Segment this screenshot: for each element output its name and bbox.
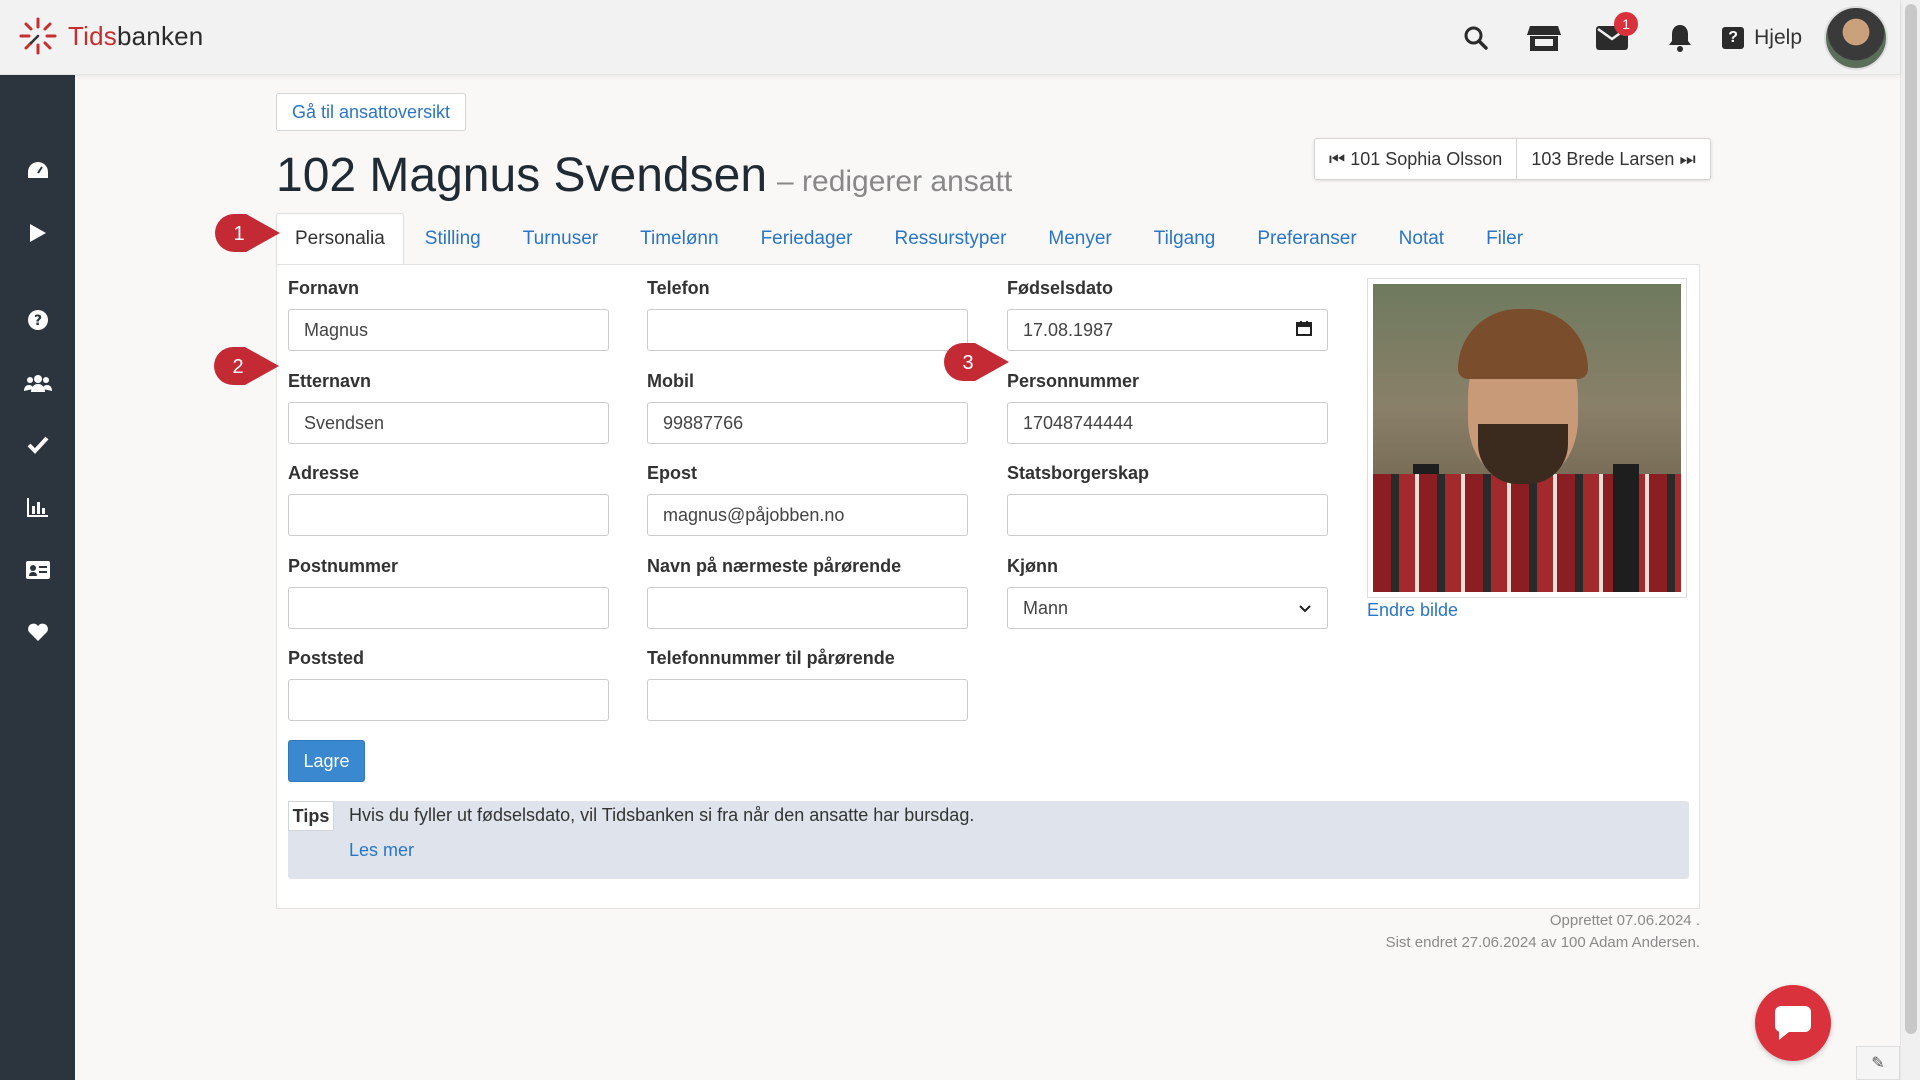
telefon-label: Telefon	[647, 278, 710, 298]
tab-ressurstyper[interactable]: Ressurstyper	[873, 213, 1027, 265]
heart-icon[interactable]	[0, 612, 75, 652]
parorende-tlf-label: Telefonnummer til pårørende	[647, 648, 895, 668]
fodselsdato-label: Fødselsdato	[1007, 278, 1114, 298]
etternavn-label: Etternavn	[288, 371, 372, 391]
tips-label: Tips	[288, 801, 334, 831]
fornavn-input[interactable]: Magnus	[288, 309, 609, 351]
help-label: Hjelp	[1754, 25, 1802, 49]
tab-timelonn[interactable]: Timelønn	[619, 213, 739, 265]
question-icon[interactable]: ?	[0, 300, 75, 340]
photo-image	[1373, 284, 1681, 592]
mail-badge: 1	[1614, 11, 1639, 36]
telefon-input[interactable]	[647, 309, 968, 351]
user-avatar[interactable]	[1824, 5, 1888, 70]
top-icons: 1 ? Hjelp	[1442, 0, 1900, 75]
adresse-input[interactable]	[288, 494, 609, 536]
next-employee-button[interactable]: 103 Brede Larsen ⏭	[1516, 139, 1709, 179]
employee-photo	[1367, 278, 1687, 598]
svg-text:2: 2	[232, 356, 243, 378]
tab-feriedager[interactable]: Feriedager	[740, 213, 874, 265]
mobil-label: Mobil	[647, 371, 694, 391]
chat-button[interactable]	[1755, 985, 1831, 1061]
personnummer-label: Personnummer	[1007, 371, 1140, 391]
personnummer-input[interactable]: 17048744444	[1007, 402, 1328, 444]
tab-turnuser[interactable]: Turnuser	[502, 213, 619, 265]
read-more-link[interactable]: Les mer	[349, 840, 414, 861]
step-back-icon: ⏮	[1329, 148, 1346, 169]
statsborgerskap-input[interactable]	[1007, 494, 1328, 536]
help-icon: ?	[1722, 26, 1745, 49]
tab-stilling[interactable]: Stilling	[404, 213, 502, 265]
chat-icon	[1775, 1006, 1811, 1040]
svg-text:3: 3	[962, 352, 973, 374]
employee-name: 102 Magnus Svendsen	[276, 149, 768, 202]
tidsbanken-logo[interactable]: Tidsbanken	[18, 16, 203, 56]
tab-menyer[interactable]: Menyer	[1027, 213, 1132, 265]
tab-preferanser[interactable]: Preferanser	[1236, 213, 1377, 265]
created-info: Opprettet 07.06.2024 .	[1549, 912, 1700, 929]
envelope-icon[interactable]: 1	[1590, 11, 1639, 60]
tab-personalia[interactable]: Personalia	[276, 213, 404, 265]
top-bar: Tidsbanken 1 ? Hjelp	[0, 0, 1900, 75]
search-icon[interactable]	[1454, 16, 1498, 60]
wrench-icon[interactable]: ✎	[1856, 1046, 1900, 1080]
tab-tilgang[interactable]: Tilgang	[1133, 213, 1237, 265]
prev-employee-button[interactable]: ⏮ 101 Sophia Olsson	[1315, 139, 1516, 179]
adresse-label: Adresse	[288, 463, 360, 483]
svg-text:1: 1	[233, 223, 244, 245]
employee-navigator: ⏮ 101 Sophia Olsson 103 Brede Larsen ⏭	[1314, 138, 1711, 180]
store-icon[interactable]	[1522, 16, 1566, 60]
logo-icon	[19, 17, 57, 55]
tab-filer[interactable]: Filer	[1465, 213, 1544, 265]
sidebar: ?	[0, 75, 75, 1080]
chart-icon[interactable]	[0, 487, 75, 527]
epost-label: Epost	[647, 463, 698, 483]
play-icon[interactable]	[0, 213, 75, 253]
annotation-marker-3: 3	[943, 342, 1009, 382]
users-icon[interactable]	[0, 363, 75, 403]
help-button[interactable]: ? Hjelp	[1722, 26, 1802, 50]
fornavn-label: Fornavn	[288, 278, 360, 298]
save-button[interactable]: Lagre	[288, 740, 365, 782]
dashboard-icon[interactable]	[0, 150, 75, 190]
annotation-marker-1: 1	[214, 213, 280, 253]
check-icon[interactable]	[0, 425, 75, 465]
scrollbar[interactable]	[1900, 0, 1920, 1080]
parorende-tlf-input[interactable]	[647, 679, 968, 721]
parorende-navn-label: Navn på nærmeste pårørende	[647, 556, 902, 576]
etternavn-input[interactable]: Svendsen	[288, 402, 609, 444]
tips-box: Tips Hvis du fyller ut fødselsdato, vil …	[288, 801, 1689, 879]
modified-info: Sist endret 27.06.2024 av 100 Adam Ander…	[1385, 934, 1700, 951]
back-to-employees-button[interactable]: Gå til ansattoversikt	[276, 93, 467, 131]
kjonn-select[interactable]: Mann	[1007, 587, 1328, 629]
bell-icon[interactable]	[1658, 16, 1702, 60]
calendar-icon[interactable]	[1296, 320, 1312, 341]
svg-text:?: ?	[33, 313, 41, 329]
step-forward-icon: ⏭	[1679, 148, 1696, 169]
fodselsdato-input[interactable]: 17.08.1987	[1007, 309, 1328, 351]
postnummer-label: Postnummer	[288, 556, 399, 576]
postnummer-input[interactable]	[288, 587, 609, 629]
poststed-input[interactable]	[288, 679, 609, 721]
tips-text: Hvis du fyller ut fødselsdato, vil Tidsb…	[349, 805, 975, 825]
change-photo-link[interactable]: Endre bilde	[1367, 600, 1458, 621]
annotation-marker-2: 2	[213, 346, 279, 386]
parorende-navn-input[interactable]	[647, 587, 968, 629]
page-subtitle: – redigerer ansatt	[777, 165, 1013, 198]
mobil-input[interactable]: 99887766	[647, 402, 968, 444]
kjonn-label: Kjønn	[1007, 556, 1058, 576]
epost-input[interactable]: magnus@påjobben.no	[647, 494, 968, 536]
statsborgerskap-label: Statsborgerskap	[1007, 463, 1150, 483]
poststed-label: Poststed	[288, 648, 365, 668]
scroll-thumb[interactable]	[1905, 4, 1917, 1034]
logo-text: Tidsbanken	[68, 20, 204, 51]
tab-notat[interactable]: Notat	[1378, 213, 1465, 265]
id-card-icon[interactable]	[0, 550, 75, 590]
chevron-down-icon	[1298, 598, 1312, 619]
page-title: 102 Magnus Svendsen – redigerer ansatt	[276, 148, 1012, 203]
tab-bar: Personalia Stilling Turnuser Timelønn Fe…	[276, 213, 1544, 265]
